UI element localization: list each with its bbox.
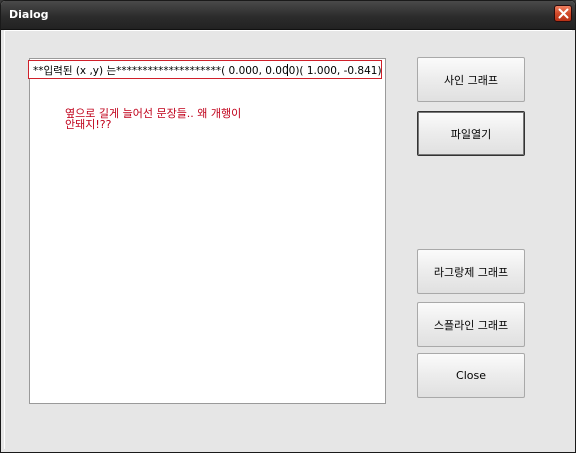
open-file-button[interactable]: 파일열기 — [417, 111, 525, 156]
coordinates-text-field[interactable]: **입력된 (x ,y) 는********************( 0.00… — [28, 60, 382, 79]
dialog-client-area: **입력된 (x ,y) 는********************( 0.00… — [4, 30, 572, 449]
close-icon — [558, 8, 569, 19]
lagrange-graph-button[interactable]: 라그랑제 그래프 — [417, 249, 525, 294]
window-title: Dialog — [9, 8, 49, 21]
note-text: 옆으로 길게 늘어선 문장들.. 왜 개행이 안돼지!?? — [65, 108, 325, 130]
note-line-2: 안돼지!?? — [65, 118, 112, 131]
text-caret — [287, 64, 288, 76]
spline-graph-button[interactable]: 스플라인 그래프 — [417, 302, 525, 347]
close-button[interactable]: Close — [417, 353, 525, 398]
dialog-window: Dialog **입력된 (x ,y) 는*******************… — [0, 0, 576, 453]
close-window-button[interactable] — [554, 5, 572, 22]
coordinates-text: **입력된 (x ,y) 는********************( 0.00… — [33, 65, 382, 77]
sine-graph-button[interactable]: 사인 그래프 — [417, 57, 525, 102]
title-bar[interactable]: Dialog — [1, 1, 575, 30]
output-panel: **입력된 (x ,y) 는********************( 0.00… — [28, 58, 386, 404]
